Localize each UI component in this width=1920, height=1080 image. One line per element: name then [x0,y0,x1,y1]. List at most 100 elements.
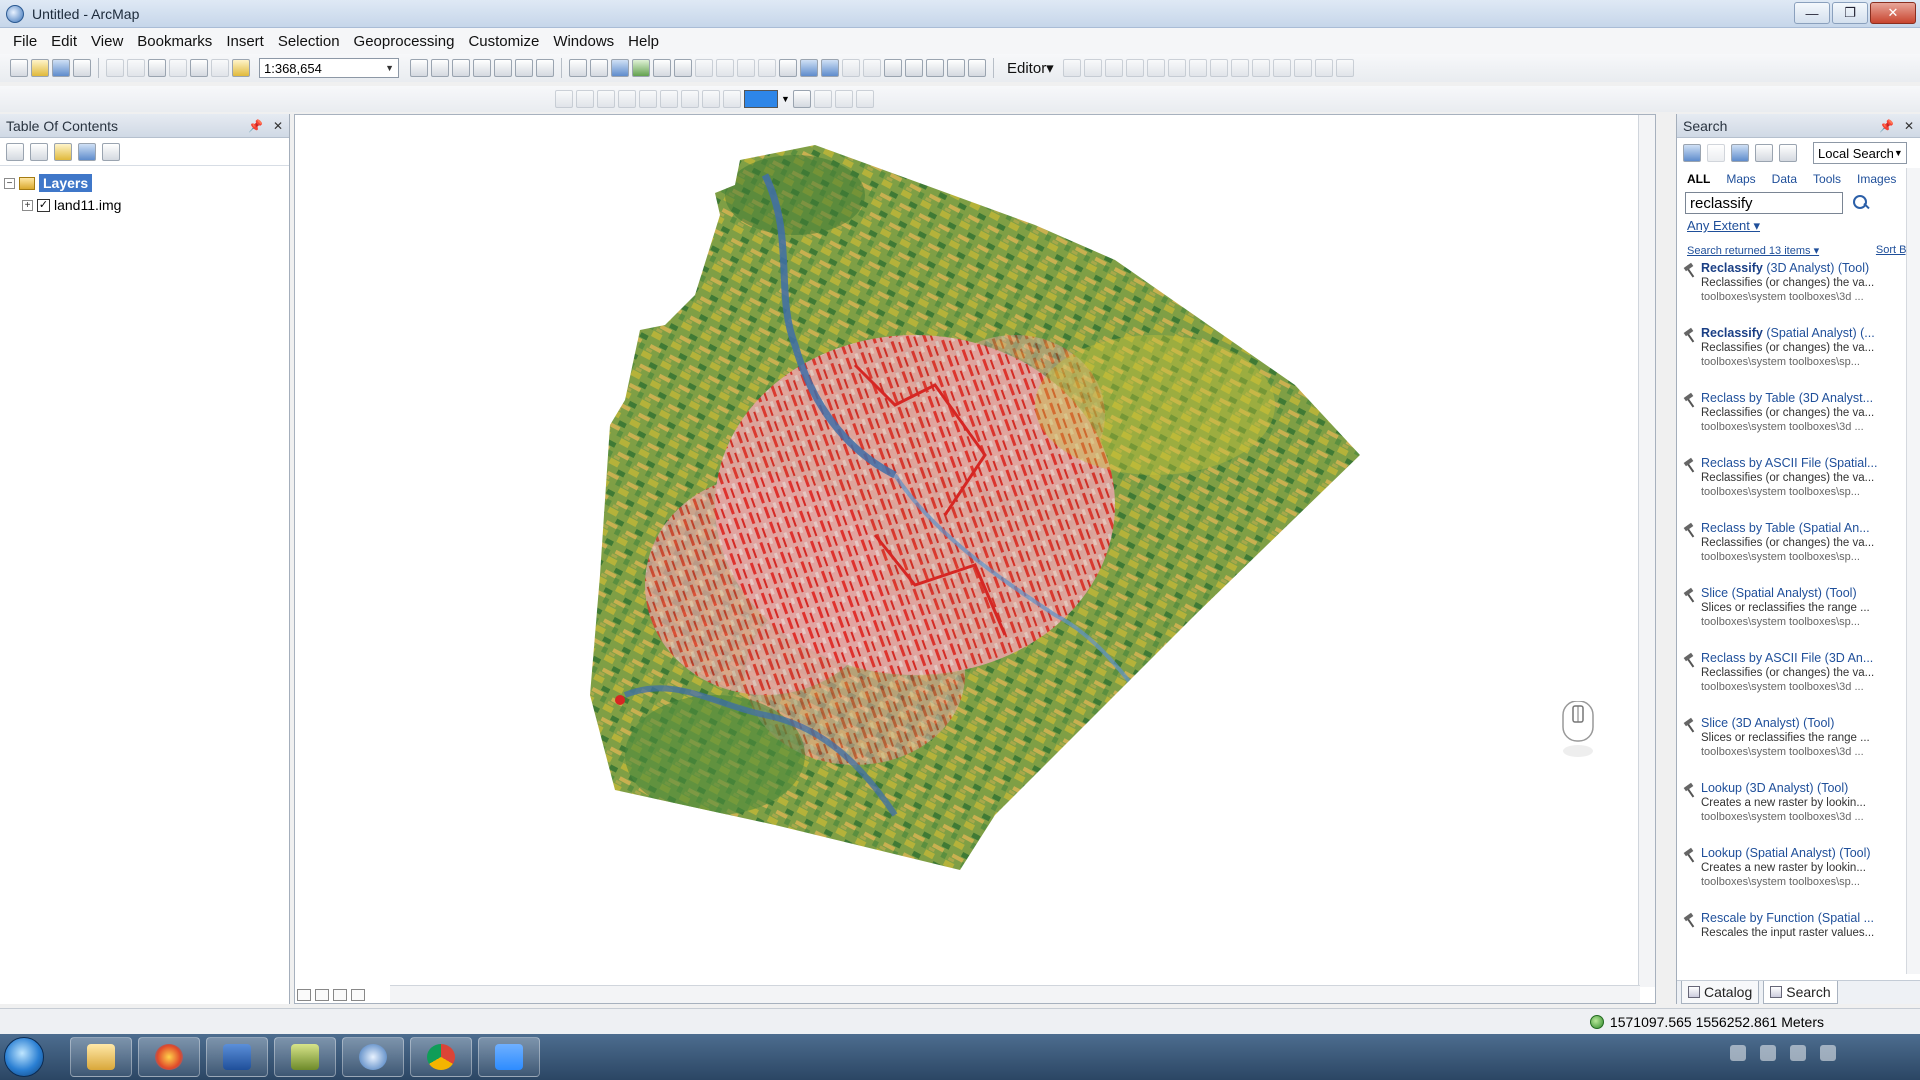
pin-icon[interactable]: 📌 [248,119,263,133]
focus-data-frame-icon[interactable] [702,90,720,108]
help-icon[interactable] [1760,1045,1776,1061]
layout-zoom-in-icon[interactable] [576,90,594,108]
layout-view-icon[interactable] [315,989,329,1001]
list-item[interactable]: Reclass by Table (Spatial An... Reclassi… [1683,521,1916,586]
save-icon[interactable] [52,59,70,77]
create-features-icon[interactable] [1335,59,1354,77]
cut-polygons-icon[interactable] [1230,59,1249,77]
toc-options-icon[interactable] [102,142,120,161]
menu-help[interactable]: Help [621,30,666,53]
reshape-icon[interactable] [1209,59,1228,77]
raster-map[interactable] [295,115,1635,985]
print-icon[interactable] [73,59,91,77]
toggle-draft-mode-icon[interactable] [681,90,699,108]
back-arrow-icon[interactable] [1683,144,1701,162]
close-button[interactable]: ✕ [1870,2,1916,24]
search-window-icon[interactable] [473,59,491,77]
list-item[interactable]: Reclassify (3D Analyst) (Tool) Reclassif… [1683,261,1916,326]
taskbar-zoom[interactable] [478,1037,540,1077]
close-icon[interactable]: ✕ [273,119,283,133]
search-scope-dropdown[interactable]: Local Search ▼ [1813,142,1907,164]
list-item[interactable]: Rescale by Function (Spatial ... Rescale… [1683,911,1916,976]
map-vertical-scrollbar[interactable] [1638,115,1655,987]
go-forward-extent-icon[interactable] [716,59,734,77]
menu-edit[interactable]: Edit [44,30,84,53]
edit-vertices-icon[interactable] [1188,59,1207,77]
list-item[interactable]: Reclassify (Spatial Analyst) (... Reclas… [1683,326,1916,391]
map-scale-dropdown[interactable]: 1:368,654 ▼ [259,58,399,78]
taskbar-word[interactable] [206,1037,268,1077]
search-options-icon[interactable] [1779,144,1797,162]
result-title[interactable]: Slice (3D Analyst) (Tool) [1701,716,1897,730]
tab-search[interactable]: Search [1763,981,1838,1004]
filter-tools[interactable]: Tools [1813,172,1841,186]
redo-icon[interactable] [211,59,229,77]
layout-pan-icon[interactable] [618,90,636,108]
create-viewer-window-icon[interactable] [968,59,986,77]
sketch-properties-icon[interactable] [1314,59,1333,77]
georef-icon[interactable] [555,90,573,108]
result-title[interactable]: Rescale by Function (Spatial ... [1701,911,1897,925]
split-icon[interactable] [1251,59,1270,77]
clock[interactable] [1850,1042,1910,1064]
list-by-drawing-order-icon[interactable] [6,142,24,161]
identify-icon[interactable] [800,59,818,77]
layer-name[interactable]: land11.img [54,197,121,213]
list-item[interactable]: Slice (Spatial Analyst) (Tool) Slices or… [1683,586,1916,651]
menu-customize[interactable]: Customize [461,30,546,53]
menu-windows[interactable]: Windows [546,30,621,53]
editor-toolbar-icon[interactable] [410,59,428,77]
effects-icon[interactable] [855,90,874,108]
table-of-contents-icon[interactable] [431,59,449,77]
find-route-icon[interactable] [905,59,923,77]
tree-row-layer[interactable]: + ✓ land11.img [4,194,285,216]
fill-color-swatch[interactable] [744,90,778,108]
list-by-source-icon[interactable] [30,142,48,161]
extent-dropdown[interactable]: Any Extent ▾ [1677,216,1920,236]
paste-icon[interactable] [148,59,166,77]
fixed-zoom-out-icon[interactable] [674,59,692,77]
select-features-icon[interactable] [737,59,755,77]
endpoint-arc-icon[interactable] [1125,59,1144,77]
html-popup-icon[interactable] [842,59,860,77]
chevron-down-icon[interactable]: ▼ [781,94,790,104]
forward-arrow-icon[interactable] [1707,144,1725,162]
search-icon[interactable] [1851,193,1871,213]
trace-icon[interactable] [1146,59,1165,77]
close-icon[interactable]: ✕ [1904,119,1914,133]
list-item[interactable]: Reclass by Table (3D Analyst... Reclassi… [1683,391,1916,456]
result-title[interactable]: Reclass by ASCII File (3D An... [1701,651,1897,665]
arcmap-app-icon[interactable] [6,4,24,23]
filter-images[interactable]: Images [1857,172,1896,186]
hyperlink-icon[interactable] [821,59,839,77]
pin-icon[interactable]: 📌 [1879,119,1894,133]
result-title[interactable]: Reclass by ASCII File (Spatial... [1701,456,1897,470]
expand-toggle[interactable]: + [22,199,33,211]
menu-file[interactable]: File [6,30,44,53]
zoom-in-icon[interactable] [569,59,587,77]
data-frame-label[interactable]: Layers [39,174,93,192]
search-input[interactable] [1685,192,1843,214]
layout-zoom-out-icon[interactable] [597,90,615,108]
map-horizontal-scrollbar[interactable] [390,985,1640,1003]
volume-icon[interactable] [1820,1045,1836,1061]
list-by-visibility-icon[interactable] [54,142,72,161]
tab-catalog[interactable]: Catalog [1681,981,1760,1004]
tree-row-layers[interactable]: − Layers [4,172,285,194]
rotate-icon[interactable] [1272,59,1291,77]
home-icon[interactable] [1731,144,1749,162]
python-window-icon[interactable] [515,59,533,77]
edit-tool-icon[interactable] [1062,59,1081,77]
menu-geoprocessing[interactable]: Geoprocessing [347,30,462,53]
straight-segment-icon[interactable] [1104,59,1123,77]
arctoolbox-icon[interactable] [494,59,512,77]
list-item[interactable]: Reclass by ASCII File (Spatial... Reclas… [1683,456,1916,521]
minimize-button[interactable]: — [1794,2,1830,24]
zoom-whole-page-icon[interactable] [639,90,657,108]
taskbar-chrome[interactable] [410,1037,472,1077]
list-item[interactable]: Lookup (Spatial Analyst) (Tool) Creates … [1683,846,1916,911]
refresh-view-icon[interactable] [333,989,347,1001]
zoom-out-icon[interactable] [590,59,608,77]
menu-view[interactable]: View [84,30,130,53]
menu-bookmarks[interactable]: Bookmarks [130,30,219,53]
